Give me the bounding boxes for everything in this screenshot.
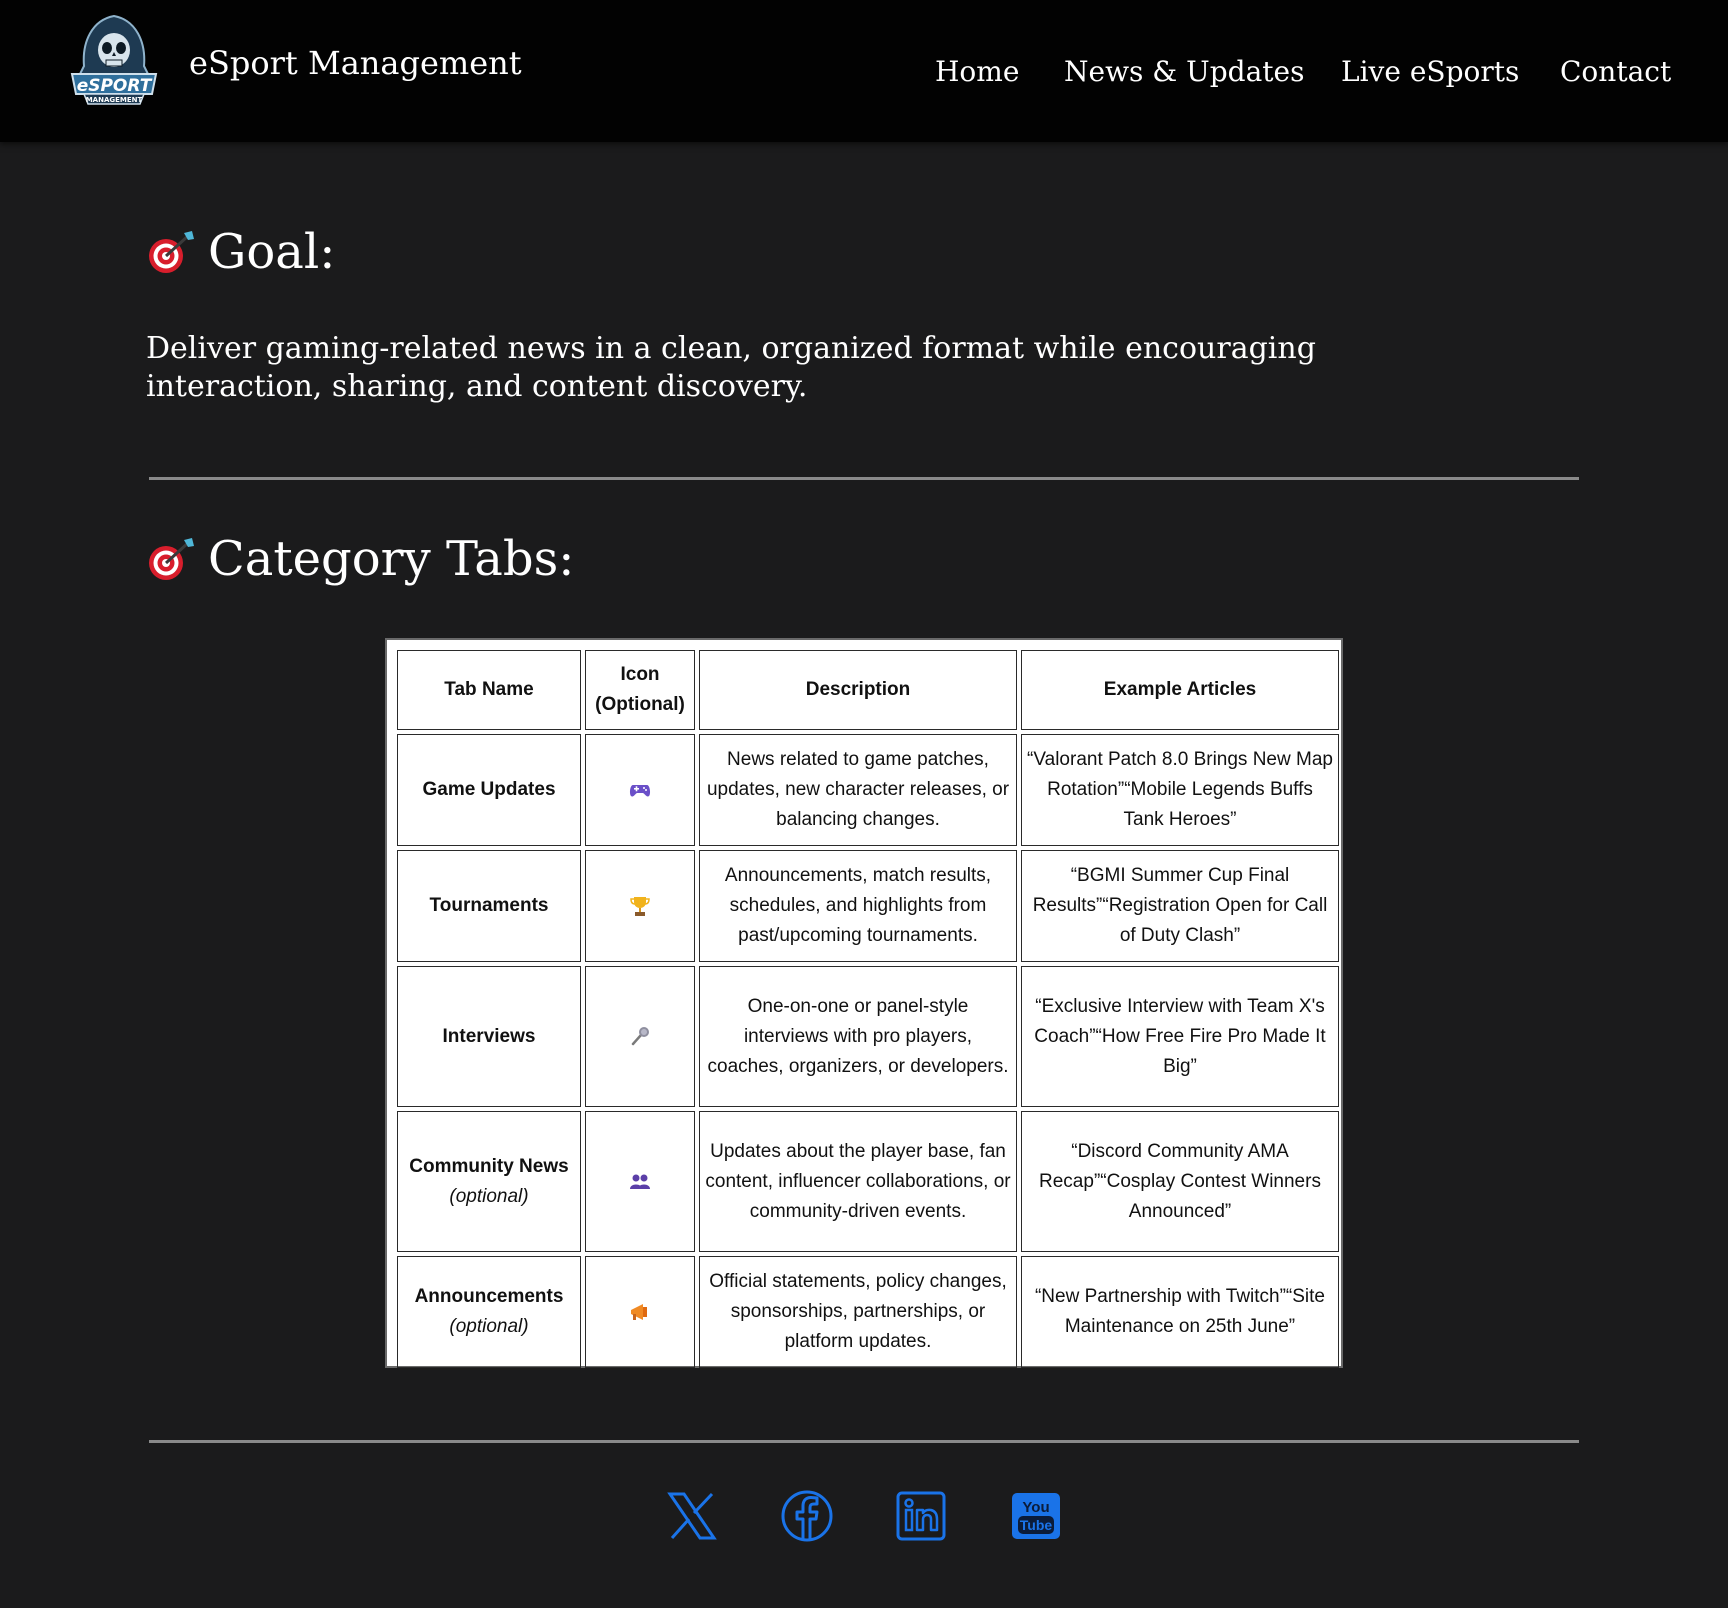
brand-title[interactable]: eSport Management bbox=[189, 44, 522, 82]
example-articles-cell: “Exclusive Interview with Team X's Coach… bbox=[1021, 966, 1339, 1107]
x-icon[interactable] bbox=[664, 1488, 720, 1544]
table-header-row: Tab Name Icon (Optional) Description Exa… bbox=[397, 650, 1339, 730]
optional-note: (optional) bbox=[449, 1316, 529, 1337]
goal-heading-text: Goal: bbox=[208, 224, 336, 280]
gamepad-icon bbox=[629, 784, 651, 797]
tab-name-cell: Announcements (optional) bbox=[397, 1256, 581, 1368]
tab-name-cell: Game Updates bbox=[397, 734, 581, 846]
description-cell: News related to game patches, updates, n… bbox=[699, 734, 1017, 846]
header-description: Description bbox=[699, 650, 1017, 730]
table-row: Community News (optional) Updates about … bbox=[397, 1111, 1339, 1252]
svg-text:eSPORT: eSPORT bbox=[77, 76, 153, 96]
description-cell: Announcements, match results, schedules,… bbox=[699, 850, 1017, 962]
table-row: Game Updates News related to game patche… bbox=[397, 734, 1339, 846]
youtube-icon[interactable]: You Tube bbox=[1008, 1488, 1064, 1544]
example-articles-cell: “Valorant Patch 8.0 Brings New Map Rotat… bbox=[1021, 734, 1339, 846]
header-example-articles: Example Articles bbox=[1021, 650, 1339, 730]
microphone-icon bbox=[631, 1027, 649, 1046]
tab-name-cell: Tournaments bbox=[397, 850, 581, 962]
category-tabs-heading: Category Tabs: bbox=[146, 531, 574, 587]
site-header: eSPORT MANAGEMENT eSport Management Home… bbox=[0, 0, 1728, 142]
dart-target-icon bbox=[149, 538, 194, 580]
description-cell: One-on-one or panel-style interviews wit… bbox=[699, 966, 1017, 1107]
nav-news-updates[interactable]: News & Updates bbox=[1064, 55, 1304, 88]
tab-name-cell: Interviews bbox=[397, 966, 581, 1107]
icon-cell bbox=[585, 1111, 695, 1252]
trophy-icon bbox=[630, 896, 650, 916]
header-icon: Icon (Optional) bbox=[585, 650, 695, 730]
category-table-image: Tab Name Icon (Optional) Description Exa… bbox=[385, 638, 1343, 1368]
optional-note: (optional) bbox=[449, 1185, 529, 1207]
example-articles-cell: “New Partnership with Twitch”“Site Maint… bbox=[1021, 1256, 1339, 1368]
icon-cell bbox=[585, 1256, 695, 1368]
linkedin-icon[interactable] bbox=[893, 1488, 949, 1544]
category-tabs-heading-text: Category Tabs: bbox=[208, 531, 575, 587]
dart-target-icon bbox=[149, 231, 194, 273]
goal-heading: Goal: bbox=[146, 224, 335, 280]
table-row: Tournaments Announcements, match results… bbox=[397, 850, 1339, 962]
icon-cell bbox=[585, 850, 695, 962]
nav-contact[interactable]: Contact bbox=[1560, 55, 1671, 88]
svg-text:MANAGEMENT: MANAGEMENT bbox=[86, 96, 143, 104]
facebook-icon[interactable] bbox=[779, 1488, 835, 1544]
table-row: Interviews One-on-one or panel-style int… bbox=[397, 966, 1339, 1107]
people-icon bbox=[630, 1174, 650, 1190]
goal-description: Deliver gaming-related news in a clean, … bbox=[146, 331, 1316, 404]
tab-name-cell: Community News (optional) bbox=[397, 1111, 581, 1252]
divider bbox=[149, 477, 1579, 480]
nav-home[interactable]: Home bbox=[935, 55, 1019, 88]
nav-live-esports[interactable]: Live eSports bbox=[1341, 55, 1519, 88]
category-table: Tab Name Icon (Optional) Description Exa… bbox=[393, 646, 1343, 1372]
table-row: Announcements (optional) Official statem… bbox=[397, 1256, 1339, 1368]
esport-logo-icon[interactable]: eSPORT MANAGEMENT bbox=[70, 14, 158, 110]
description-cell: Updates about the player base, fan conte… bbox=[699, 1111, 1017, 1252]
svg-text:Tube: Tube bbox=[1020, 1517, 1053, 1533]
megaphone-icon bbox=[631, 1303, 647, 1320]
example-articles-cell: “Discord Community AMA Recap”“Cosplay Co… bbox=[1021, 1111, 1339, 1252]
icon-cell bbox=[585, 966, 695, 1107]
divider bbox=[149, 1440, 1579, 1443]
svg-text:You: You bbox=[1022, 1499, 1049, 1516]
example-articles-cell: “BGMI Summer Cup Final Results”“Registra… bbox=[1021, 850, 1339, 962]
header-tab-name: Tab Name bbox=[397, 650, 581, 730]
description-cell: Official statements, policy changes, spo… bbox=[699, 1256, 1017, 1368]
icon-cell bbox=[585, 734, 695, 846]
